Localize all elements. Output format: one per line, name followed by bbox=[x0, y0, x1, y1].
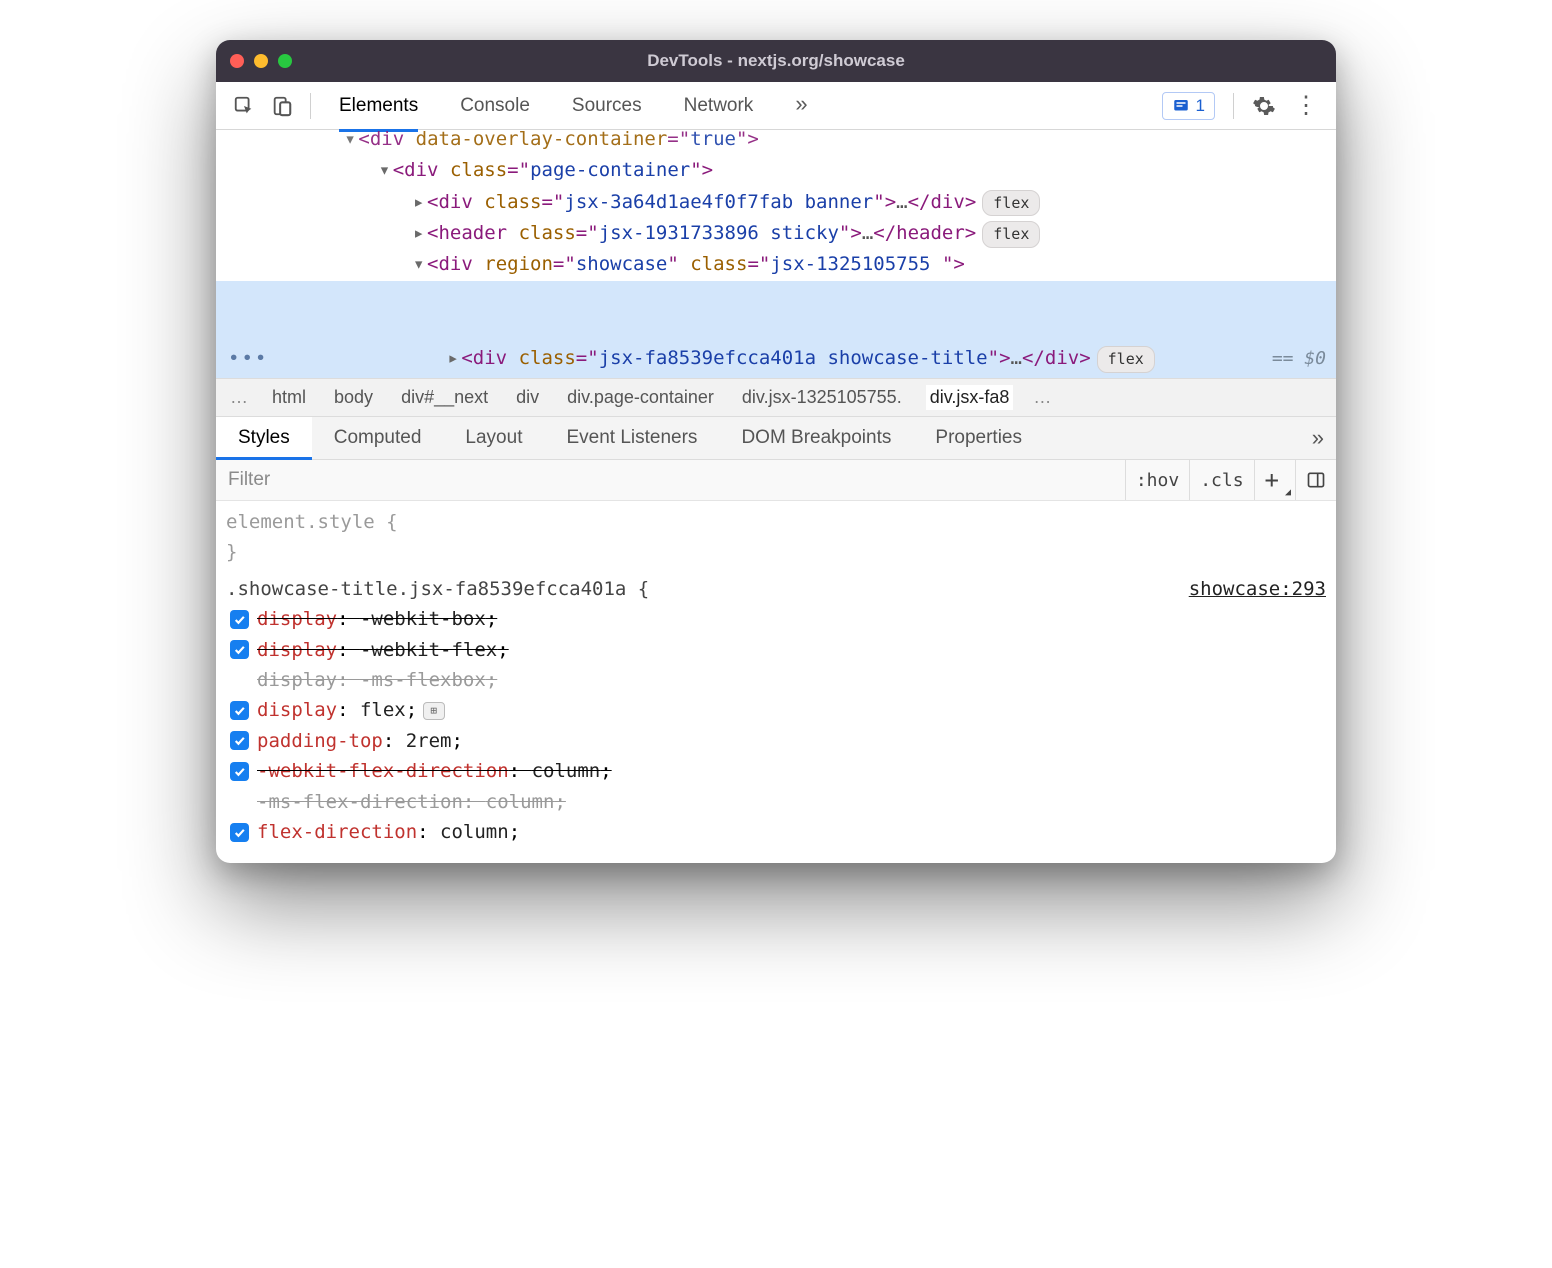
devtools-window: DevTools - nextjs.org/showcase Elements … bbox=[216, 40, 1336, 863]
window-controls bbox=[230, 54, 292, 68]
tab-event-listeners[interactable]: Event Listeners bbox=[544, 417, 719, 459]
rule-selector: element.style { bbox=[226, 507, 1326, 537]
rule-source-link[interactable]: showcase:293 bbox=[1189, 574, 1326, 604]
window-title: DevTools - nextjs.org/showcase bbox=[216, 51, 1336, 71]
flex-badge[interactable]: flex bbox=[982, 190, 1040, 217]
toolbar-right: 1 ⋮ bbox=[1162, 91, 1322, 120]
tab-network[interactable]: Network bbox=[684, 89, 754, 123]
tab-sources[interactable]: Sources bbox=[572, 89, 642, 123]
issues-badge[interactable]: 1 bbox=[1162, 92, 1215, 120]
styles-panel: element.style { } .showcase-title.jsx-fa… bbox=[216, 501, 1336, 863]
toggle-checkbox[interactable] bbox=[230, 640, 249, 659]
style-declaration[interactable]: display: -ms-flexbox; bbox=[226, 665, 1326, 695]
device-toggle-icon[interactable] bbox=[268, 95, 296, 117]
dom-line[interactable]: ▸<div class="jsx-3a64d1ae4f0f7fab banner… bbox=[216, 187, 1336, 218]
flex-badge[interactable]: flex bbox=[1097, 346, 1155, 373]
style-declaration[interactable]: -webkit-flex-direction: column; bbox=[226, 756, 1326, 786]
toggle-checkbox[interactable] bbox=[230, 762, 249, 781]
issues-count: 1 bbox=[1196, 96, 1205, 116]
dom-tree[interactable]: ▾<div data-overlay-container="true"> ▾<d… bbox=[216, 130, 1336, 378]
tab-styles[interactable]: Styles bbox=[216, 417, 312, 459]
window-titlebar: DevTools - nextjs.org/showcase bbox=[216, 40, 1336, 82]
filter-actions: :hov .cls + ◢ bbox=[1125, 460, 1336, 500]
breadcrumb-overflow-right[interactable]: … bbox=[1033, 387, 1051, 408]
dom-line[interactable]: ▾<div class="page-container"> bbox=[216, 155, 1336, 186]
flex-editor-icon[interactable]: ⊞ bbox=[423, 702, 445, 720]
actions-icon[interactable]: ••• bbox=[228, 343, 268, 374]
main-toolbar: Elements Console Sources Network » 1 ⋮ bbox=[216, 82, 1336, 130]
rule-header[interactable]: .showcase-title.jsx-fa8539efcca401a { sh… bbox=[226, 574, 1326, 604]
style-declaration[interactable]: display: -webkit-flex; bbox=[226, 635, 1326, 665]
toggle-checkbox[interactable] bbox=[230, 731, 249, 750]
crumb-html[interactable]: html bbox=[268, 385, 310, 410]
tab-layout[interactable]: Layout bbox=[443, 417, 544, 459]
toggle-checkbox-empty bbox=[230, 792, 249, 811]
dom-line[interactable]: ▸<header class="jsx-1931733896 sticky">…… bbox=[216, 218, 1336, 249]
close-window-button[interactable] bbox=[230, 54, 244, 68]
crumb-region[interactable]: div.jsx-1325105755. bbox=[738, 385, 906, 410]
element-style-rule[interactable]: element.style { } bbox=[226, 507, 1326, 568]
styles-tabs: Styles Computed Layout Event Listeners D… bbox=[216, 417, 1336, 460]
subtabs-overflow-icon[interactable]: » bbox=[1312, 425, 1336, 451]
settings-icon[interactable] bbox=[1252, 94, 1276, 118]
tab-dom-breakpoints[interactable]: DOM Breakpoints bbox=[719, 417, 913, 459]
new-rule-icon[interactable]: + ◢ bbox=[1255, 460, 1296, 500]
style-declaration[interactable]: display: -webkit-box; bbox=[226, 604, 1326, 634]
cls-toggle[interactable]: .cls bbox=[1190, 460, 1254, 500]
separator bbox=[1233, 93, 1234, 119]
flex-badge[interactable]: flex bbox=[982, 221, 1040, 248]
tab-computed[interactable]: Computed bbox=[312, 417, 444, 459]
crumb-body[interactable]: body bbox=[330, 385, 377, 410]
tab-console[interactable]: Console bbox=[460, 89, 530, 123]
minimize-window-button[interactable] bbox=[254, 54, 268, 68]
dom-selected-line[interactable]: ••• ▸<div class="jsx-fa8539efcca401a sho… bbox=[216, 281, 1336, 378]
breadcrumb-overflow[interactable]: … bbox=[230, 387, 248, 408]
rule-close: } bbox=[226, 537, 1326, 567]
toggle-checkbox[interactable] bbox=[230, 610, 249, 629]
dom-line[interactable]: ▾<div region="showcase" class="jsx-13251… bbox=[216, 249, 1336, 280]
dom-breadcrumbs: … html body div#__next div div.page-cont… bbox=[216, 378, 1336, 417]
crumb-next[interactable]: div#__next bbox=[397, 385, 492, 410]
toggle-checkbox-empty bbox=[230, 671, 249, 690]
crumb-selected[interactable]: div.jsx-fa8 bbox=[926, 385, 1014, 410]
rule-selector: .showcase-title.jsx-fa8539efcca401a { bbox=[226, 574, 649, 604]
toggle-checkbox[interactable] bbox=[230, 701, 249, 720]
dom-line[interactable]: ▾<div data-overlay-container="true"> bbox=[216, 130, 1336, 155]
separator bbox=[310, 93, 311, 119]
style-declaration[interactable]: -ms-flex-direction: column; bbox=[226, 787, 1326, 817]
styles-filter-input[interactable] bbox=[216, 461, 1125, 499]
style-declaration[interactable]: flex-direction: column; bbox=[226, 817, 1326, 847]
crumb-page-container[interactable]: div.page-container bbox=[563, 385, 718, 410]
tabs-overflow-icon[interactable]: » bbox=[795, 89, 807, 123]
toggle-checkbox[interactable] bbox=[230, 823, 249, 842]
tab-properties[interactable]: Properties bbox=[913, 417, 1044, 459]
inspect-icon[interactable] bbox=[230, 95, 258, 117]
style-declaration[interactable]: padding-top: 2rem; bbox=[226, 726, 1326, 756]
crumb-div[interactable]: div bbox=[512, 385, 543, 410]
tab-elements[interactable]: Elements bbox=[339, 89, 418, 123]
zoom-window-button[interactable] bbox=[278, 54, 292, 68]
hov-toggle[interactable]: :hov bbox=[1126, 460, 1190, 500]
styles-filter-bar: :hov .cls + ◢ bbox=[216, 460, 1336, 501]
main-tabs: Elements Console Sources Network » bbox=[325, 89, 808, 123]
toggle-sidebar-icon[interactable] bbox=[1296, 460, 1336, 500]
style-declaration[interactable]: display: flex;⊞ bbox=[226, 695, 1326, 725]
console-ref: == $0 bbox=[1272, 344, 1326, 374]
kebab-menu-icon[interactable]: ⋮ bbox=[1290, 91, 1322, 120]
